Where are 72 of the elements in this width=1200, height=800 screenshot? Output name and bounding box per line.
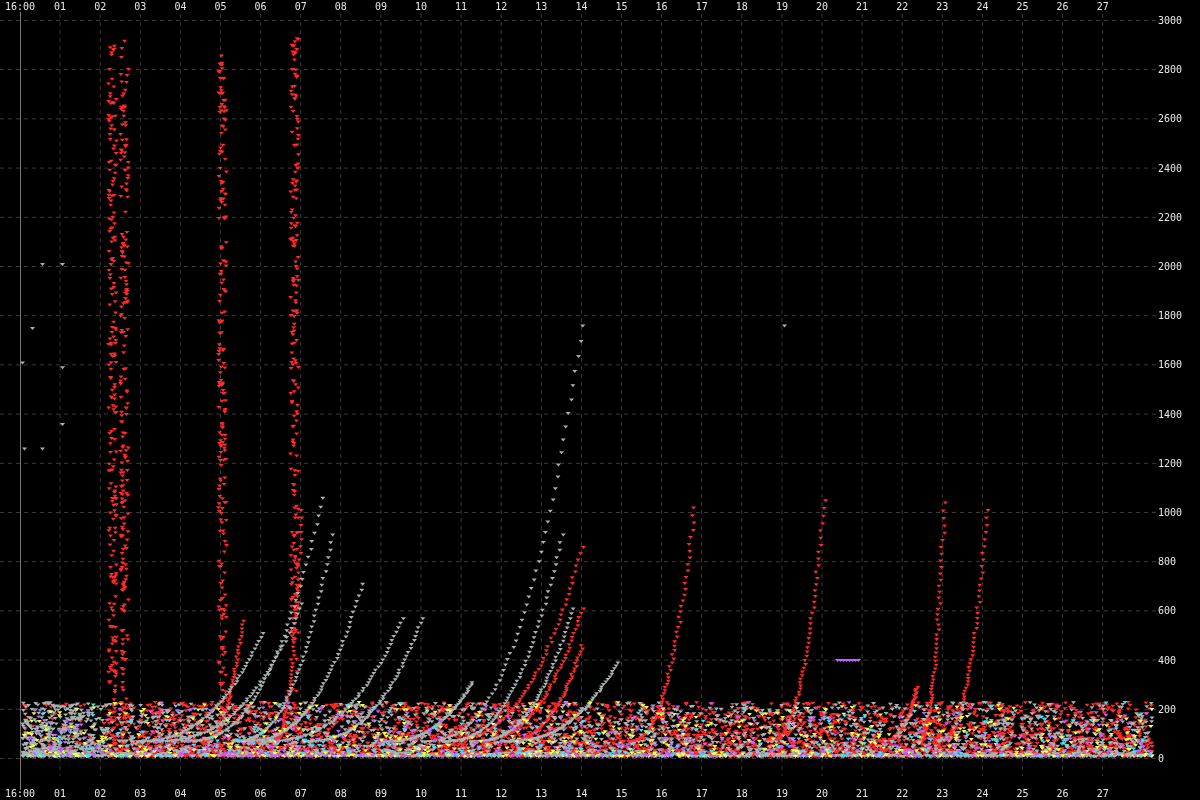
x-axis-label: 18 <box>735 788 748 799</box>
x-axis-label: 12 <box>495 1 508 12</box>
x-axis-label: 11 <box>455 788 468 799</box>
x-axis-label: 22 <box>896 1 909 12</box>
x-axis-label: 02 <box>94 788 107 799</box>
x-axis-label: 26 <box>1056 1 1069 12</box>
x-axis-label: 27 <box>1096 788 1109 799</box>
x-axis-label: 21 <box>856 788 869 799</box>
x-axis-label: 25 <box>1016 1 1029 12</box>
x-axis-label: 08 <box>334 788 347 799</box>
x-axis-label: 06 <box>254 1 267 12</box>
x-axis-label: 12 <box>495 788 508 799</box>
y-axis-label: 1800 <box>1158 310 1183 322</box>
x-axis-label: 14 <box>575 1 588 12</box>
x-axis-label: 11 <box>455 1 468 12</box>
x-axis-label: 25 <box>1016 788 1029 799</box>
x-axis-label: 02 <box>94 1 107 12</box>
y-axis-label: 1200 <box>1158 457 1183 469</box>
x-axis-label: 15 <box>615 1 628 12</box>
x-axis-label: 04 <box>174 1 187 12</box>
x-axis-label: 20 <box>816 1 828 12</box>
x-axis-label: 24 <box>976 788 989 799</box>
y-axis-label: 400 <box>1158 654 1177 666</box>
x-axis-label: 16 <box>655 788 668 799</box>
x-axis-label: 03 <box>134 1 147 12</box>
x-axis-label: 07 <box>294 788 307 799</box>
y-axis-label: 0 <box>1158 753 1165 764</box>
x-axis-label: 26 <box>1056 788 1069 799</box>
x-axis-label: 17 <box>695 1 708 12</box>
x-axis-label: 13 <box>535 788 548 799</box>
x-axis-label: 09 <box>374 788 387 799</box>
x-axis-label: 13 <box>535 1 548 12</box>
x-axis-label: 23 <box>936 1 949 12</box>
x-axis-label: 16:00 <box>4 788 36 799</box>
y-axis-label: 1600 <box>1158 359 1183 371</box>
y-axis-label: 2200 <box>1158 211 1183 223</box>
x-axis-label: 27 <box>1096 1 1109 12</box>
y-axis-label: 2800 <box>1158 64 1183 76</box>
x-axis-label: 03 <box>134 788 147 799</box>
x-axis-label: 01 <box>54 788 67 799</box>
y-axis-label: 600 <box>1158 605 1177 617</box>
x-axis-label: 05 <box>214 1 227 12</box>
x-axis-label: 14 <box>575 788 588 799</box>
x-axis-label: 04 <box>174 788 187 799</box>
x-axis-label: 06 <box>254 788 267 799</box>
x-axis-label: 08 <box>334 1 347 12</box>
x-axis-label: 23 <box>936 788 949 799</box>
y-axis-label: 2600 <box>1158 113 1183 125</box>
x-axis-label: 16:00 <box>4 1 36 12</box>
x-axis-label: 15 <box>615 788 628 799</box>
x-axis-label: 20 <box>816 788 828 799</box>
y-axis-label: 800 <box>1158 556 1177 568</box>
x-axis-label: 22 <box>896 788 909 799</box>
x-axis-label: 16 <box>655 1 668 12</box>
x-axis-label: 18 <box>735 1 748 12</box>
x-axis-label: 10 <box>415 1 427 12</box>
x-axis-label: 19 <box>775 788 788 799</box>
x-axis-label: 05 <box>214 788 227 799</box>
y-axis-label: 1000 <box>1158 507 1183 518</box>
x-axis-label: 01 <box>54 1 67 12</box>
x-axis-label: 19 <box>775 1 788 12</box>
y-axis-label: 200 <box>1158 703 1177 715</box>
x-axis-label: 24 <box>976 1 989 12</box>
x-axis-label: 17 <box>695 788 708 799</box>
y-axis-label: 3000 <box>1158 15 1183 26</box>
x-axis-label: 09 <box>374 1 387 12</box>
y-axis-label: 2000 <box>1158 261 1183 272</box>
y-axis-label: 2400 <box>1158 162 1183 174</box>
y-axis-label: 1400 <box>1158 408 1183 420</box>
x-axis-label: 10 <box>415 788 427 799</box>
x-axis-label: 07 <box>294 1 307 12</box>
x-axis-label: 21 <box>856 1 869 12</box>
